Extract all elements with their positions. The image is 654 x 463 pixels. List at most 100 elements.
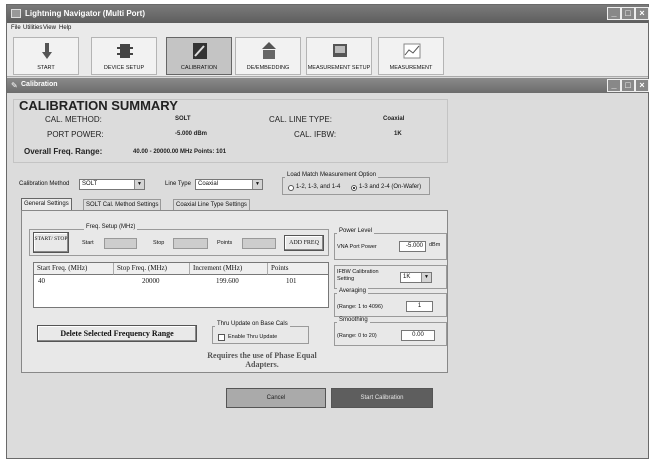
port-power-value: -5.000 dBm xyxy=(175,131,208,137)
load-match-legend: Load Match Measurement Option xyxy=(285,172,379,178)
toolbar-label: MEASUREMENT SETUP xyxy=(307,65,371,71)
calibration-content: CALIBRATION SUMMARY CAL. METHOD: SOLT CA… xyxy=(7,93,648,458)
table-cell[interactable]: 20000 xyxy=(142,277,160,285)
title-bar: Lightning Navigator (Multi Port) _ □ × xyxy=(7,5,649,23)
toolbar-de-embedding-button[interactable]: DE/EMBEDDING xyxy=(235,37,301,75)
toolbar-measurement-button[interactable]: MEASUREMENT xyxy=(378,37,444,75)
averaging-legend: Averaging xyxy=(337,288,368,294)
chevron-down-icon[interactable]: ▼ xyxy=(421,273,431,282)
tab-solt-settings[interactable]: SOLT Cal. Method Settings xyxy=(83,199,162,210)
ifbw-label: IFBW Calibration Setting xyxy=(337,269,379,282)
sub-close-button[interactable]: × xyxy=(635,79,649,92)
add-freq-button[interactable]: ADD FREQ xyxy=(284,235,324,251)
delete-frequency-range-button[interactable]: Delete Selected Frequency Range xyxy=(37,325,197,342)
freq-setup-legend: Freq. Setup (MHz) xyxy=(84,224,138,230)
subwindow-title: Calibration xyxy=(21,81,58,88)
summary-title: CALIBRATION SUMMARY xyxy=(19,98,178,113)
load-match-option1-label: 1-2, 1-3, and 1-4 xyxy=(296,184,341,190)
start-freq-input[interactable] xyxy=(104,238,137,249)
toolbar-calibration-button[interactable]: CALIBRATION xyxy=(166,37,232,75)
power-level-legend: Power Level xyxy=(337,228,375,234)
thru-update-legend: Thru Update on Base Cals xyxy=(215,321,290,327)
toolbar-measurement-setup-button[interactable]: MEASUREMENT SETUP xyxy=(306,37,372,75)
app-window: Lightning Navigator (Multi Port) _ □ × F… xyxy=(6,4,649,459)
stop-freq-input[interactable] xyxy=(173,238,208,249)
points-label: Points xyxy=(217,240,233,246)
line-type-select[interactable]: Coaxial ▼ xyxy=(195,179,263,190)
calibration-icon xyxy=(193,43,207,59)
freq-range-table[interactable]: Start Freq. (MHz) Stop Freq. (MHz) Incre… xyxy=(33,262,329,308)
ifbw-select[interactable]: 1K ▼ xyxy=(400,272,432,283)
load-match-option1-radio[interactable] xyxy=(288,185,294,191)
line-type-label: Line Type xyxy=(165,181,191,187)
table-cell[interactable]: 101 xyxy=(286,277,297,285)
window-title: Lightning Navigator (Multi Port) xyxy=(25,9,145,18)
port-power-label: PORT POWER: xyxy=(47,130,104,139)
start-calibration-button[interactable]: Start Calibration xyxy=(331,388,433,408)
averaging-input[interactable]: 1 xyxy=(406,301,433,312)
app-icon xyxy=(11,9,21,18)
column-header[interactable]: Stop Freq. (MHz) xyxy=(114,263,190,275)
measurement-icon xyxy=(403,43,421,59)
toolbar-label: CALIBRATION xyxy=(180,65,218,71)
smoothing-range-label: (Range: 0 to 20) xyxy=(337,333,377,339)
tab-coaxial-settings[interactable]: Coaxial Line Type Settings xyxy=(173,199,250,210)
measurement-setup-icon xyxy=(333,44,347,57)
smoothing-input[interactable]: 0.00 xyxy=(401,330,435,341)
calibration-subwindow-title: ✎ Calibration _ □ × xyxy=(7,78,649,93)
de-embedding-icon xyxy=(262,42,276,59)
phase-adapter-note: Requires the use of Phase Equal Adapters… xyxy=(207,351,317,369)
maximize-button[interactable]: □ xyxy=(621,7,635,20)
menu-view[interactable]: View xyxy=(43,25,56,31)
toolbar-label: DE/EMBEDDING xyxy=(246,65,290,71)
load-match-option2-label: 1-3 and 2-4 (On-Wafer) xyxy=(359,184,422,190)
cancel-button[interactable]: Cancel xyxy=(226,388,326,408)
cal-method-value: SOLT xyxy=(175,116,191,122)
toolbar-start-button[interactable]: START xyxy=(13,37,79,75)
column-header[interactable]: Points xyxy=(268,263,328,275)
cal-line-type-value: Coaxial xyxy=(383,116,405,122)
vna-port-power-input[interactable]: -5.000 xyxy=(399,241,426,252)
tab-general-settings[interactable]: General Settings xyxy=(21,198,72,210)
menu-help[interactable]: Help xyxy=(59,25,71,31)
calibration-method-label: Calibration Method xyxy=(19,181,70,187)
device-setup-icon xyxy=(117,44,133,58)
sub-minimize-button[interactable]: _ xyxy=(607,79,621,92)
stop-label: Stop xyxy=(153,240,165,246)
line-type-value: Coaxial xyxy=(198,181,219,187)
menu-bar: File Utilities View Help xyxy=(7,23,648,34)
points-input[interactable] xyxy=(242,238,276,249)
enable-thru-update-label: Enable Thru Update xyxy=(228,334,278,340)
enable-thru-update-checkbox[interactable] xyxy=(218,334,225,341)
calibration-small-icon: ✎ xyxy=(11,81,18,90)
freq-range-value: 40.00 - 20000.00 MHz Points: 101 xyxy=(133,149,227,155)
menu-utilities[interactable]: Utilities xyxy=(23,25,42,31)
toolbar-label: DEVICE SETUP xyxy=(103,65,145,71)
sub-maximize-button[interactable]: □ xyxy=(621,79,635,92)
menu-file[interactable]: File xyxy=(11,25,21,31)
close-button[interactable]: × xyxy=(635,7,649,20)
averaging-range-label: (Range: 1 to 4096) xyxy=(337,304,383,310)
calibration-method-value: SOLT xyxy=(82,181,98,187)
cal-line-type-label: CAL. LINE TYPE: xyxy=(269,115,332,124)
freq-range-label: Overall Freq. Range: xyxy=(24,147,103,156)
smoothing-legend: Smoothing xyxy=(337,317,370,323)
column-header[interactable]: Start Freq. (MHz) xyxy=(34,263,114,275)
start-label: Start xyxy=(82,240,94,246)
table-cell[interactable]: 40 xyxy=(38,277,45,285)
chevron-down-icon[interactable]: ▼ xyxy=(134,180,144,189)
start-stop-button[interactable]: START/ STOP xyxy=(33,232,69,253)
minimize-button[interactable]: _ xyxy=(607,7,621,20)
dbm-unit-label: dBm xyxy=(429,242,441,248)
cal-ifbw-label: CAL. IFBW: xyxy=(294,130,337,139)
toolbar-label: MEASUREMENT xyxy=(389,65,433,71)
toolbar-label: START xyxy=(37,65,55,71)
vna-port-power-label: VNA Port Power xyxy=(337,244,377,250)
load-match-option2-radio[interactable] xyxy=(351,185,357,191)
column-header[interactable]: Increment (MHz) xyxy=(190,263,268,275)
cal-ifbw-value: 1K xyxy=(394,131,402,137)
chevron-down-icon[interactable]: ▼ xyxy=(252,180,262,189)
table-cell[interactable]: 199.600 xyxy=(216,277,239,285)
calibration-method-select[interactable]: SOLT ▼ xyxy=(79,179,145,190)
toolbar-device-setup-button[interactable]: DEVICE SETUP xyxy=(91,37,157,75)
